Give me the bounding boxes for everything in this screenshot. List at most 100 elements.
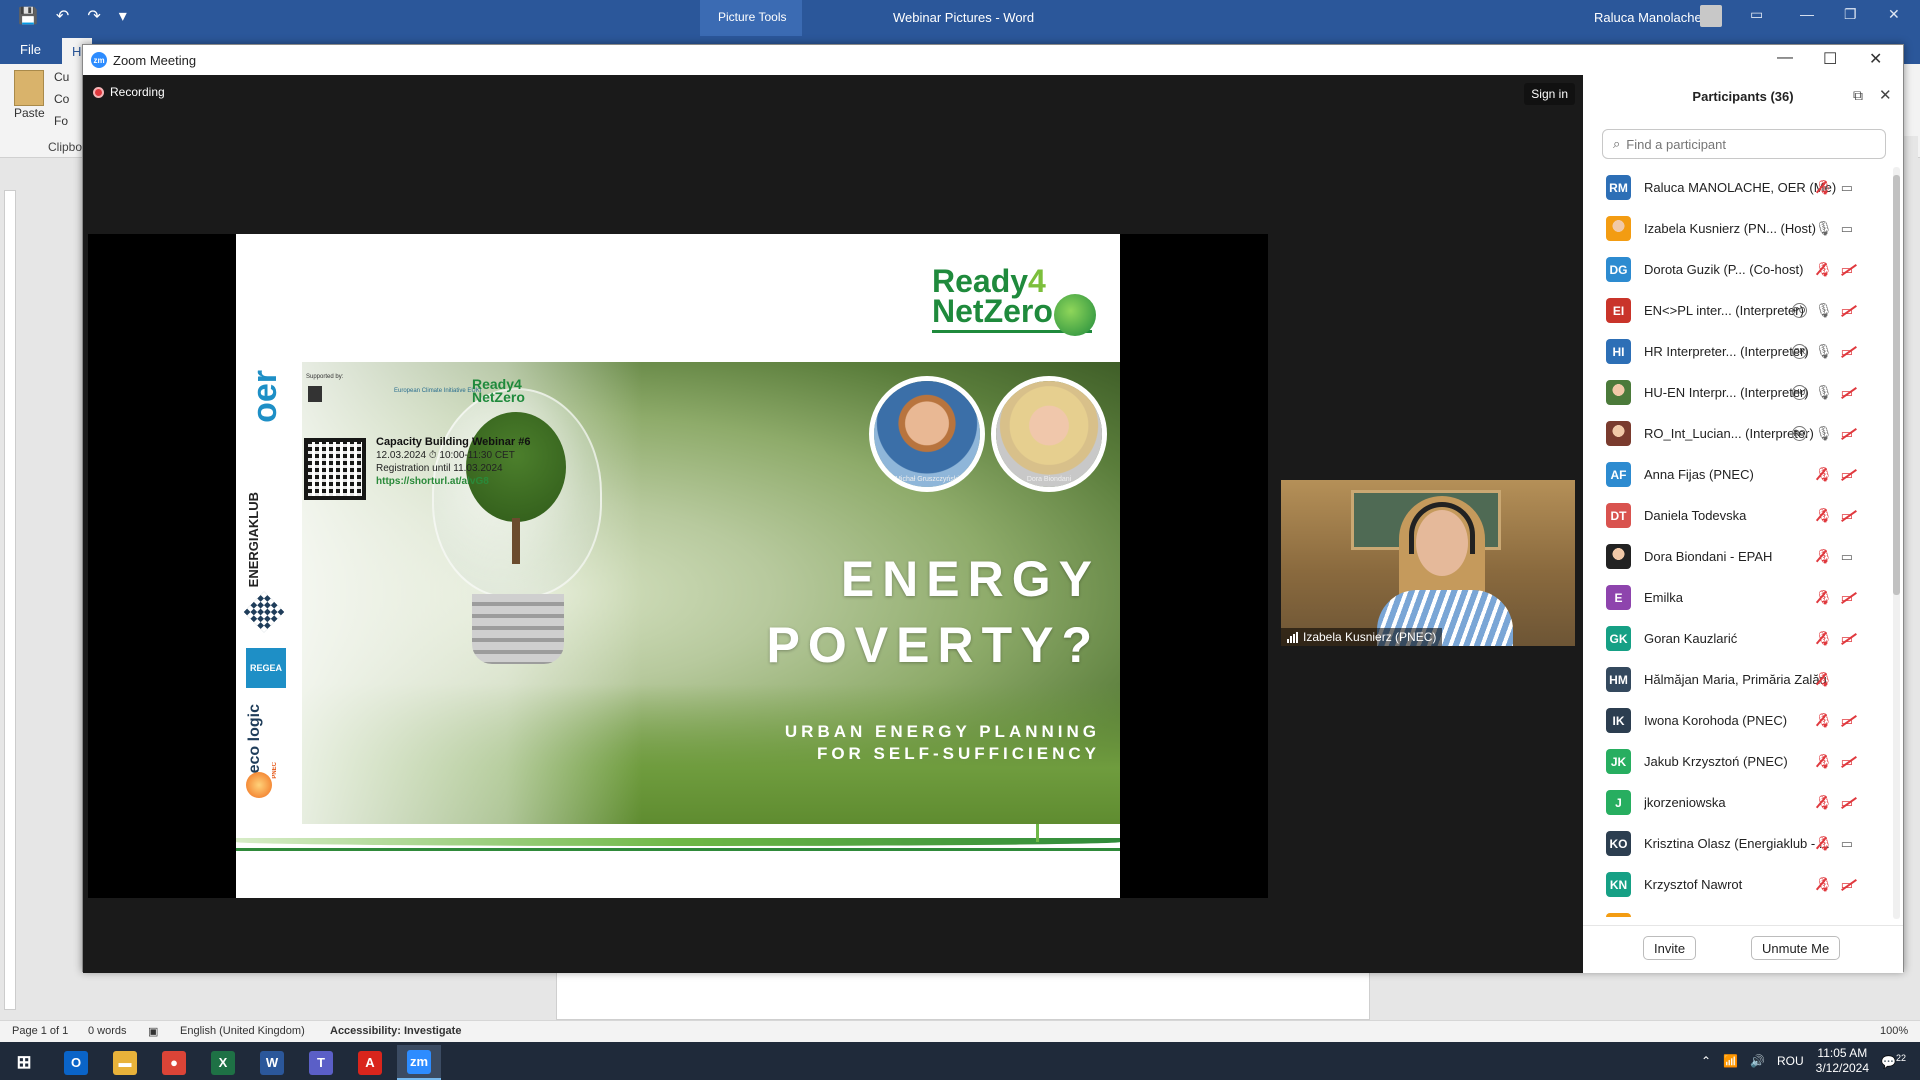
microphone-muted-icon[interactable]: 🎙 <box>1815 712 1833 729</box>
participant-row[interactable]: Dora Biondani - EPAH 🎙 ▭ <box>1583 536 1893 577</box>
participant-row[interactable]: Izabela Kusnierz (PN... (Host) 🎙 ▭ <box>1583 208 1893 249</box>
page-count[interactable]: Page 1 of 1 <box>12 1025 68 1037</box>
participant-row[interactable]: RO_Int_Lucian... (Interpreter) RO 🎙 ▭ <box>1583 413 1893 454</box>
search-input[interactable] <box>1626 136 1867 152</box>
volume-icon[interactable]: 🔊 <box>1750 1054 1765 1068</box>
undo-icon[interactable]: ↶ <box>56 6 69 26</box>
participant-row[interactable]: KN Krzysztof Nawrot 🎙 ▭ <box>1583 864 1893 905</box>
participant-row[interactable]: HM Hălmăjan Maria, Primăria Zalău 🎙 <box>1583 659 1893 700</box>
camera-off-icon[interactable]: ▭ <box>1841 303 1853 319</box>
language-indicator[interactable]: English (United Kingdom) <box>180 1025 305 1037</box>
participant-row[interactable]: AF Anna Fijas (PNEC) 🎙 ▭ <box>1583 454 1893 495</box>
copy-button[interactable]: Co <box>54 92 69 106</box>
participant-row[interactable]: KWKrzysztof Wilczyński🎙▭ <box>1583 905 1893 917</box>
participant-row[interactable]: IK Iwona Korohoda (PNEC) 🎙 ▭ <box>1583 700 1893 741</box>
microphone-icon[interactable]: 🎙 <box>1815 384 1833 401</box>
signed-in-user[interactable]: Raluca Manolache <box>1594 10 1702 25</box>
microphone-muted-icon[interactable]: 🎙 <box>1815 179 1833 196</box>
paste-icon[interactable] <box>14 70 44 106</box>
pop-out-icon[interactable]: ⧉ <box>1853 87 1863 104</box>
participant-row[interactable]: GK Goran Kauzlarić 🎙 ▭ <box>1583 618 1893 659</box>
participant-row[interactable]: RM Raluca MANOLACHE, OER (Me) 🎙 ▭ <box>1583 167 1893 208</box>
sign-in-button[interactable]: Sign in <box>1524 83 1575 105</box>
microphone-muted-icon[interactable]: 🎙 <box>1815 753 1833 770</box>
microphone-muted-icon[interactable]: 🎙 <box>1815 466 1833 483</box>
close-icon[interactable]: ✕ <box>1888 6 1900 23</box>
document-scrollbar[interactable] <box>1904 136 1918 1016</box>
camera-off-icon[interactable]: ▭ <box>1841 344 1853 360</box>
cut-button[interactable]: Cu <box>54 70 69 84</box>
camera-off-icon[interactable]: ▭ <box>1841 385 1853 401</box>
input-language[interactable]: ROU <box>1777 1054 1804 1068</box>
taskbar-app-zoom[interactable]: zm <box>397 1045 441 1080</box>
notifications-icon[interactable]: 💬22 <box>1881 1053 1906 1069</box>
camera-off-icon[interactable]: ▭ <box>1841 754 1853 770</box>
taskbar-app-teams[interactable]: T <box>299 1045 343 1080</box>
microphone-muted-icon[interactable]: 🎙 <box>1815 835 1833 852</box>
user-avatar[interactable] <box>1700 5 1722 27</box>
camera-icon[interactable]: ▭ <box>1841 549 1853 565</box>
speaker-video-tile[interactable]: Izabela Kusnierz (PNEC) <box>1281 480 1575 646</box>
zoom-maximize-icon[interactable]: ☐ <box>1823 49 1837 69</box>
camera-icon[interactable]: ▭ <box>1841 836 1853 852</box>
microphone-muted-icon[interactable]: 🎙 <box>1815 630 1833 647</box>
microphone-muted-icon[interactable]: 🎙 <box>1815 507 1833 524</box>
taskbar-app-excel[interactable]: X <box>201 1045 245 1080</box>
camera-icon[interactable]: ▭ <box>1841 180 1853 196</box>
panel-close-icon[interactable]: ✕ <box>1879 86 1892 104</box>
customize-qat-icon[interactable]: ▾ <box>119 6 127 26</box>
recording-indicator[interactable]: Recording <box>93 85 165 99</box>
redo-icon[interactable]: ↷ <box>87 6 100 26</box>
word-count[interactable]: 0 words <box>88 1025 127 1037</box>
taskbar-app-outlook[interactable]: O <box>54 1045 98 1080</box>
participant-row[interactable]: KO Krisztina Olasz (Energiaklub - ... 🎙 ▭ <box>1583 823 1893 864</box>
camera-off-icon[interactable]: ▭ <box>1841 508 1853 524</box>
clock[interactable]: 11:05 AM 3/12/2024 <box>1816 1046 1869 1076</box>
microphone-icon[interactable]: 🎙 <box>1815 425 1833 442</box>
camera-off-icon[interactable]: ▭ <box>1841 877 1853 893</box>
microphone-icon[interactable]: 🎙 <box>1815 220 1833 237</box>
microphone-muted-icon[interactable]: 🎙 <box>1815 671 1833 688</box>
participant-row[interactable]: HU-EN Interpr... (Interpreter) HU 🎙 ▭ <box>1583 372 1893 413</box>
start-button[interactable]: ⊞ <box>2 1045 46 1080</box>
taskbar-app-file-explorer[interactable]: ▬ <box>103 1045 147 1080</box>
zoom-level[interactable]: 100% <box>1880 1025 1908 1037</box>
participant-row[interactable]: DG Dorota Guzik (P... (Co-host) 🎙 ▭ <box>1583 249 1893 290</box>
minimize-icon[interactable]: — <box>1800 6 1814 22</box>
microphone-icon[interactable]: 🎙 <box>1815 302 1833 319</box>
network-icon[interactable]: 📶 <box>1723 1054 1738 1068</box>
microphone-icon[interactable]: 🎙 <box>1815 343 1833 360</box>
participant-row[interactable]: JK Jakub Krzysztoń (PNEC) 🎙 ▭ <box>1583 741 1893 782</box>
unmute-me-button[interactable]: Unmute Me <box>1751 936 1841 960</box>
microphone-muted-icon[interactable]: 🎙 <box>1815 548 1833 565</box>
zoom-close-icon[interactable]: ✕ <box>1869 49 1882 69</box>
paste-button[interactable]: Paste <box>14 106 45 120</box>
save-icon[interactable]: 💾 <box>18 6 38 26</box>
tab-file[interactable]: File <box>20 42 41 57</box>
taskbar-app-word[interactable]: W <box>250 1045 294 1080</box>
microphone-muted-icon[interactable]: 🎙 <box>1815 589 1833 606</box>
accessibility-indicator[interactable]: Accessibility: Investigate <box>330 1025 461 1037</box>
proofing-icon[interactable]: ▣ <box>148 1025 158 1038</box>
microphone-muted-icon[interactable]: 🎙 <box>1815 876 1833 893</box>
camera-off-icon[interactable]: ▭ <box>1841 590 1853 606</box>
participant-row[interactable]: HI HR Interpreter... (Interpreter) CR 🎙 ▭ <box>1583 331 1893 372</box>
taskbar-app-chrome[interactable]: ● <box>152 1045 196 1080</box>
microphone-muted-icon[interactable]: 🎙 <box>1815 794 1833 811</box>
invite-button[interactable]: Invite <box>1643 936 1697 960</box>
zoom-minimize-icon[interactable]: — <box>1777 49 1793 67</box>
format-painter-button[interactable]: Fo <box>54 114 68 128</box>
camera-off-icon[interactable]: ▭ <box>1841 262 1853 278</box>
participant-scroll-thumb[interactable] <box>1893 175 1900 595</box>
participant-row[interactable]: E Emilka 🎙 ▭ <box>1583 577 1893 618</box>
camera-icon[interactable]: ▭ <box>1841 221 1853 237</box>
participant-row[interactable]: Jjkorzeniowska 🎙 ▭ <box>1583 782 1893 823</box>
microphone-muted-icon[interactable]: 🎙 <box>1815 261 1833 278</box>
camera-off-icon[interactable]: ▭ <box>1841 426 1853 442</box>
participant-row[interactable]: DT Daniela Todevska 🎙 ▭ <box>1583 495 1893 536</box>
taskbar-app-acrobat[interactable]: A <box>348 1045 392 1080</box>
camera-off-icon[interactable]: ▭ <box>1841 631 1853 647</box>
ribbon-display-icon[interactable]: ▭ <box>1750 6 1763 23</box>
restore-icon[interactable]: ❐ <box>1844 6 1857 23</box>
participant-search[interactable]: ⌕ <box>1602 129 1886 159</box>
